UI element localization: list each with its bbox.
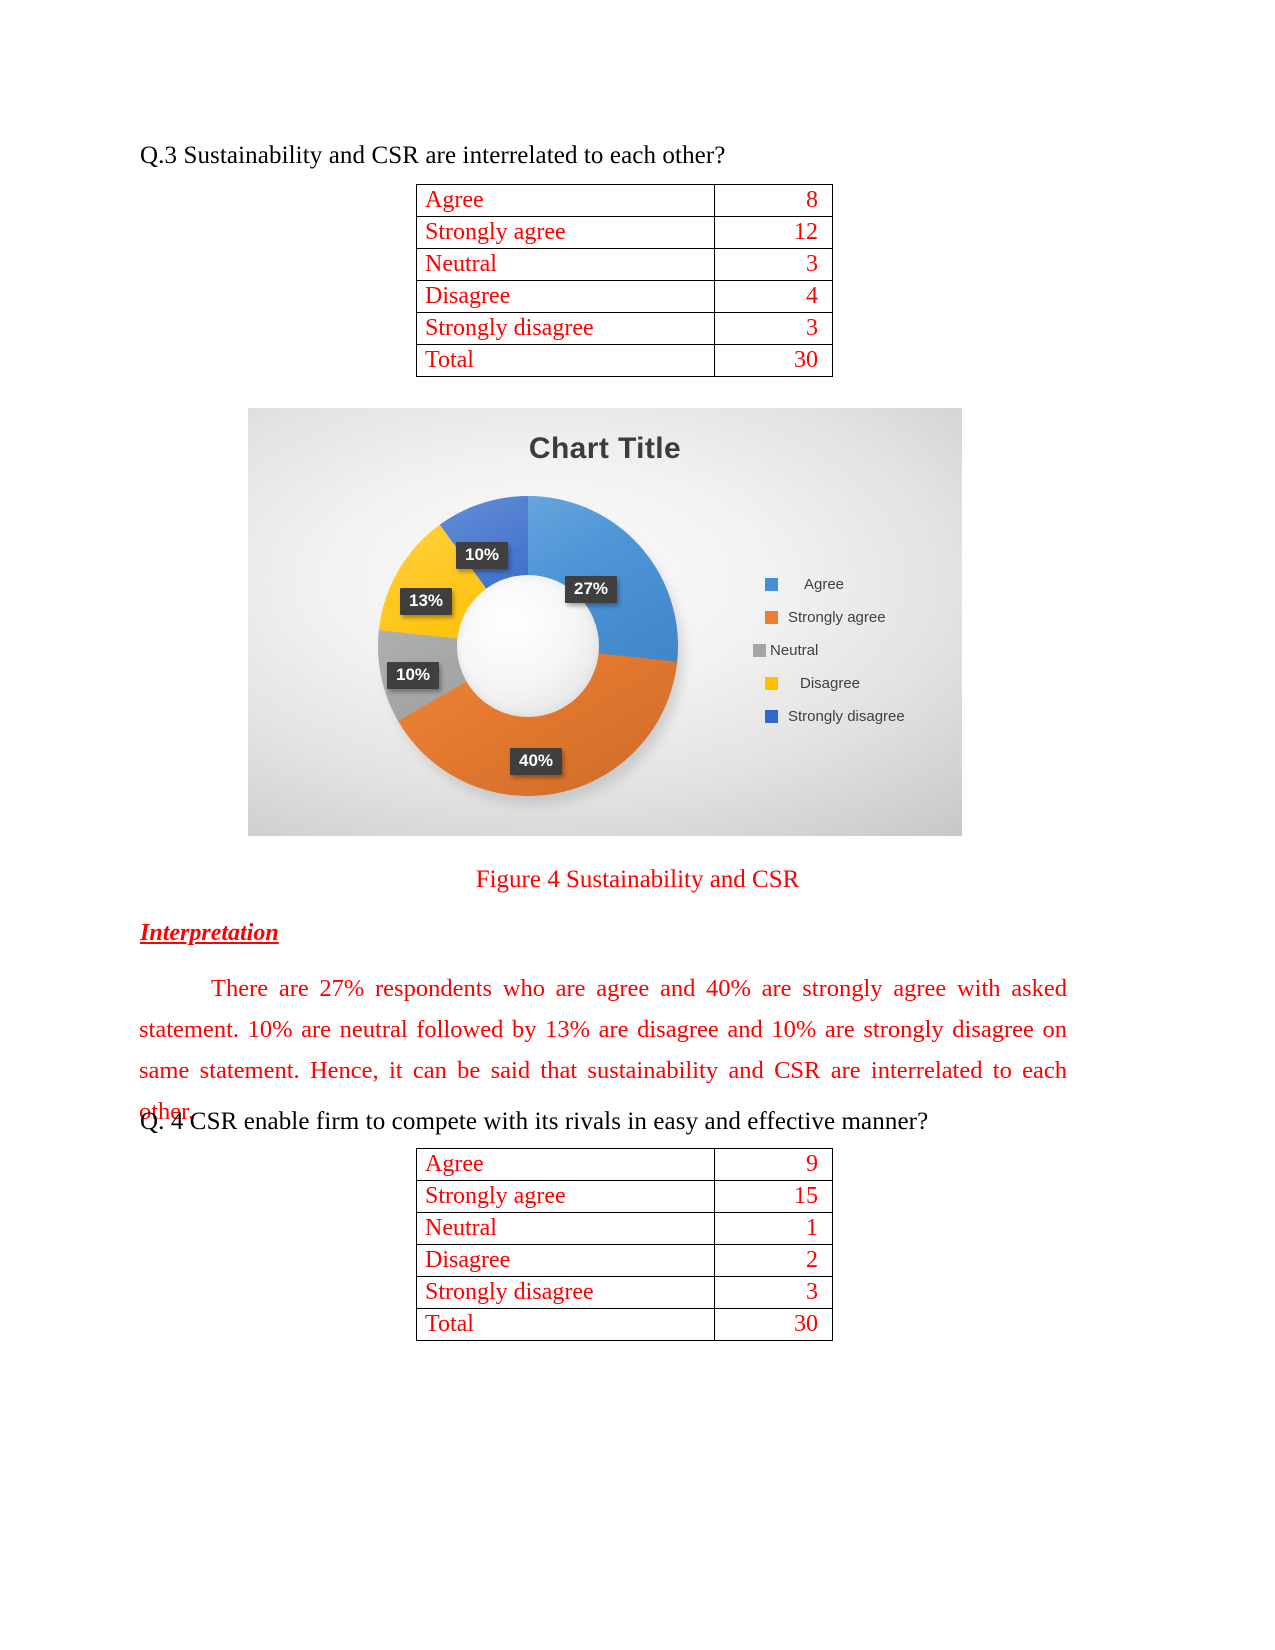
data-label-strongly-disagree: 10% [456,542,509,569]
table-cell-value: 9 [714,1148,833,1181]
table-cell-label: Agree [416,1148,715,1181]
legend-swatch-icon [753,644,766,657]
table-row: Neutral 3 [416,248,833,281]
data-label-strongly-agree: 40% [510,748,563,775]
legend-item-disagree[interactable]: Disagree [753,667,949,700]
table-cell-label: Total [416,1308,715,1341]
table-cell-value: 4 [714,280,833,313]
table-cell-value: 30 [714,344,833,377]
table-row: Strongly disagree 3 [416,312,833,345]
table-cell-value: 3 [714,312,833,345]
legend-label: Agree [804,576,845,593]
table-cell-value: 30 [714,1308,833,1341]
data-label-neutral: 10% [387,662,440,689]
table-cell-label: Total [416,344,715,377]
legend-label: Disagree [800,675,861,692]
legend-swatch-icon [765,611,778,624]
table-row: Strongly agree 12 [416,216,833,249]
table-cell-value: 12 [714,216,833,249]
table-row: Strongly disagree 3 [416,1276,833,1309]
table-cell-label: Strongly agree [416,216,715,249]
question-4-text: Q. 4 CSR enable firm to compete with its… [140,1108,929,1135]
table-cell-label: Strongly agree [416,1180,715,1213]
table-row: Agree 9 [416,1148,833,1181]
table-cell-label: Disagree [416,1244,715,1277]
data-label-agree: 27% [565,576,618,603]
table-row: Total 30 [416,344,833,377]
chart-title: Chart Title [528,432,682,465]
survey-table-q4: Agree 9 Strongly agree 15 Neutral 1 Disa… [416,1148,833,1341]
legend-label: Strongly agree [788,609,886,626]
table-cell-label: Neutral [416,1212,715,1245]
chart-legend: Agree Strongly agree Neutral Disagree St… [753,568,949,733]
table-row: Neutral 1 [416,1212,833,1245]
table-cell-label: Strongly disagree [416,1276,715,1309]
legend-item-strongly-agree[interactable]: Strongly agree [753,601,949,634]
table-row: Disagree 4 [416,280,833,313]
figure-caption: Figure 4 Sustainability and CSR [475,866,800,893]
table-cell-label: Strongly disagree [416,312,715,345]
doughnut-chart-figure: Chart Title 27% 40% 10% 13% 10% Agree St… [248,408,962,836]
legend-item-neutral[interactable]: Neutral [753,634,949,667]
legend-swatch-icon [765,710,778,723]
interpretation-heading: Interpretation [140,920,279,946]
table-row: Total 30 [416,1308,833,1341]
table-cell-value: 15 [714,1180,833,1213]
table-row: Disagree 2 [416,1244,833,1277]
legend-label: Strongly disagree [788,708,905,725]
survey-table-q3: Agree 8 Strongly agree 12 Neutral 3 Disa… [416,184,833,377]
legend-swatch-icon [765,677,778,690]
legend-item-strongly-disagree[interactable]: Strongly disagree [753,700,949,733]
table-cell-value: 2 [714,1244,833,1277]
table-cell-label: Neutral [416,248,715,281]
table-cell-value: 1 [714,1212,833,1245]
table-cell-value: 8 [714,184,833,217]
legend-label: Neutral [770,642,819,659]
legend-item-agree[interactable]: Agree [753,568,949,601]
table-cell-value: 3 [714,248,833,281]
table-cell-value: 3 [714,1276,833,1309]
document-page: Q.3 Sustainability and CSR are interrela… [0,0,1275,1650]
table-cell-label: Agree [416,184,715,217]
table-row: Agree 8 [416,184,833,217]
legend-swatch-icon [765,578,778,591]
table-cell-label: Disagree [416,280,715,313]
table-row: Strongly agree 15 [416,1180,833,1213]
data-label-disagree: 13% [400,588,453,615]
question-3-text: Q.3 Sustainability and CSR are interrela… [140,142,726,169]
